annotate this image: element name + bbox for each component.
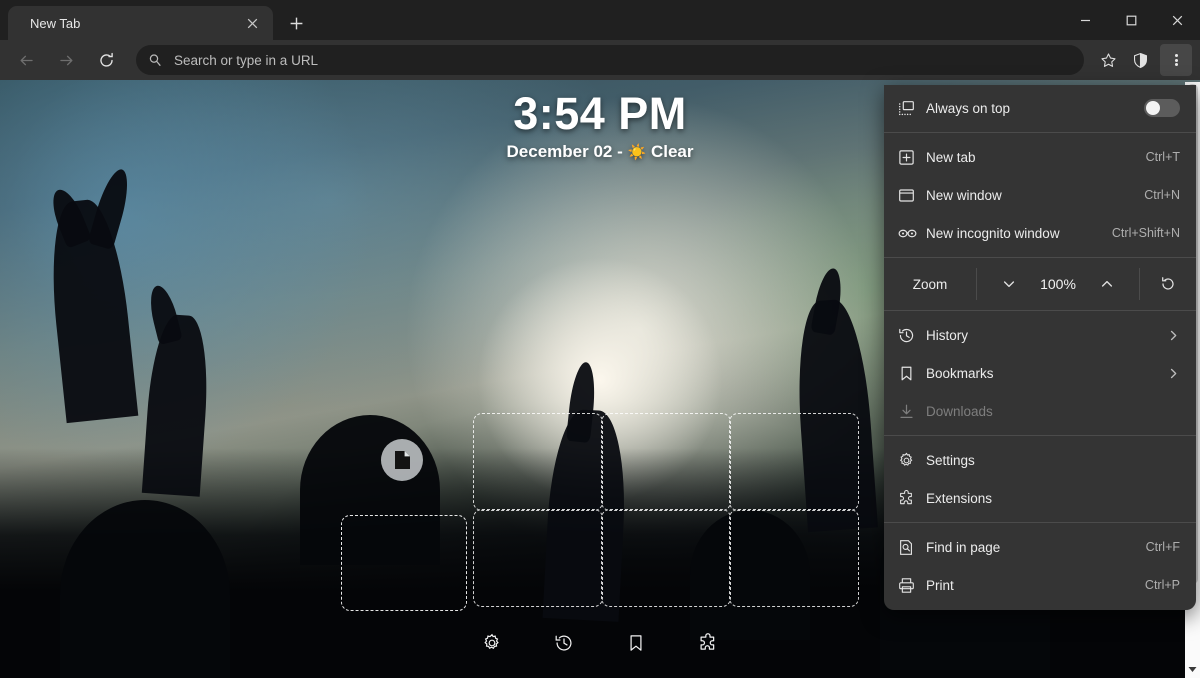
- omnibox-placeholder: Search or type in a URL: [174, 52, 319, 68]
- shield-icon[interactable]: [1124, 44, 1156, 76]
- reset-icon[interactable]: [1140, 263, 1196, 305]
- menu-item-extensions[interactable]: Extensions: [884, 479, 1196, 517]
- maximize-icon[interactable]: [1108, 0, 1154, 40]
- puzzle-icon: [898, 489, 926, 507]
- gear-icon[interactable]: [475, 626, 509, 660]
- always-on-top-toggle[interactable]: [1144, 99, 1180, 117]
- speed-dial-slot[interactable]: [473, 509, 603, 607]
- menu-item-label: History: [926, 327, 969, 343]
- back-icon[interactable]: [9, 43, 43, 77]
- menu-dot: [1174, 58, 1178, 62]
- clock-separator: -: [617, 142, 623, 162]
- speed-dial-grid: [473, 413, 859, 607]
- plus-square-icon: [898, 149, 926, 166]
- menu-item-shortcut: Ctrl+T: [1145, 150, 1180, 164]
- menu-separator: [884, 522, 1196, 523]
- tab-new-tab[interactable]: New Tab: [8, 6, 273, 40]
- menu-item-label: New tab: [926, 149, 976, 165]
- menu-item-print[interactable]: Print Ctrl+P: [884, 566, 1196, 604]
- menu-item-label: Extensions: [926, 490, 993, 506]
- chevron-down-icon[interactable]: [1185, 662, 1200, 676]
- menu-separator: [884, 132, 1196, 133]
- always-on-top-icon: [898, 100, 926, 117]
- menu-item-downloads: Downloads: [884, 392, 1196, 430]
- menu-dot: [1174, 54, 1178, 58]
- menu-item-label: Downloads: [926, 403, 993, 419]
- menu-item-settings[interactable]: Settings: [884, 441, 1196, 479]
- printer-icon: [898, 577, 926, 594]
- zoom-controls: 100%: [977, 263, 1139, 305]
- sun-icon: ☀️: [627, 144, 647, 162]
- ntp-bottom-bar: [0, 626, 1200, 660]
- speed-dial-slot[interactable]: [601, 413, 731, 511]
- search-icon: [148, 53, 162, 67]
- clock-weather: Clear: [650, 142, 694, 162]
- window-icon: [898, 187, 926, 204]
- three-dots-icon[interactable]: [1160, 44, 1192, 76]
- speed-dial-slot[interactable]: [473, 413, 603, 511]
- menu-item-label: Print: [926, 577, 954, 593]
- menu-item-history[interactable]: History: [884, 316, 1196, 354]
- history-icon: [898, 327, 926, 344]
- menu-dot: [1174, 62, 1178, 66]
- window-controls: [1062, 0, 1200, 40]
- chevron-right-icon: [1167, 367, 1180, 380]
- close-icon[interactable]: [241, 12, 263, 34]
- menu-separator: [884, 435, 1196, 436]
- menu-separator: [884, 310, 1196, 311]
- zoom-value: 100%: [1040, 276, 1076, 292]
- chevron-right-icon: [1167, 329, 1180, 342]
- speed-dial-slot[interactable]: [729, 509, 859, 607]
- clock-date: December 02: [506, 142, 613, 162]
- toggle-knob: [1146, 101, 1160, 115]
- zoom-label: Zoom: [912, 276, 948, 292]
- menu-item-label: New window: [926, 187, 1002, 203]
- menu-item-label: New incognito window: [926, 225, 1060, 241]
- menu-separator: [884, 257, 1196, 258]
- menu-item-label: Always on top: [926, 100, 1011, 116]
- new-tab-button[interactable]: [282, 9, 310, 37]
- speed-dial-drag-placeholder[interactable]: [341, 515, 467, 611]
- menu-item-new-tab[interactable]: New tab Ctrl+T: [884, 138, 1196, 176]
- menu-item-label: Find in page: [926, 539, 1001, 555]
- menu-item-label: Bookmarks: [926, 365, 994, 381]
- bookmark-icon[interactable]: [619, 626, 653, 660]
- bookmark-icon: [898, 365, 926, 382]
- menu-item-label: Settings: [926, 452, 975, 468]
- menu-item-bookmarks[interactable]: Bookmarks: [884, 354, 1196, 392]
- history-icon[interactable]: [547, 626, 581, 660]
- star-icon[interactable]: [1092, 44, 1124, 76]
- speed-dial-slot[interactable]: [729, 413, 859, 511]
- menu-item-shortcut: Ctrl+Shift+N: [1111, 226, 1180, 240]
- menu-item-shortcut: Ctrl+N: [1144, 188, 1180, 202]
- forward-icon[interactable]: [49, 43, 83, 77]
- close-window-icon[interactable]: [1154, 0, 1200, 40]
- browser-window: New Tab Search or type in a URL 3:54 PM …: [0, 0, 1200, 678]
- incognito-icon: [898, 225, 926, 242]
- menu-item-find-in-page[interactable]: Find in page Ctrl+F: [884, 528, 1196, 566]
- menu-item-new-incognito-window[interactable]: New incognito window Ctrl+Shift+N: [884, 214, 1196, 252]
- find-icon: [898, 539, 926, 556]
- omnibox[interactable]: Search or type in a URL: [136, 45, 1084, 75]
- download-icon: [898, 403, 926, 420]
- menu-item-shortcut: Ctrl+F: [1145, 540, 1180, 554]
- menu-zoom-row: Zoom 100%: [884, 263, 1196, 305]
- zoom-out-button[interactable]: [994, 277, 1024, 291]
- browser-toolbar: Search or type in a URL: [0, 40, 1200, 80]
- tab-strip: New Tab: [0, 0, 1200, 40]
- file-icon: [381, 439, 423, 481]
- minimize-icon[interactable]: [1062, 0, 1108, 40]
- menu-item-always-on-top[interactable]: Always on top: [884, 89, 1196, 127]
- reload-icon[interactable]: [89, 43, 123, 77]
- tab-title: New Tab: [30, 16, 81, 30]
- speed-dial-slot[interactable]: [601, 509, 731, 607]
- gear-icon: [898, 452, 926, 469]
- zoom-in-button[interactable]: [1092, 277, 1122, 291]
- browser-main-menu: Always on top New tab Ctrl+T New window …: [884, 85, 1196, 610]
- menu-item-shortcut: Ctrl+P: [1144, 578, 1180, 592]
- puzzle-icon[interactable]: [691, 626, 725, 660]
- menu-item-new-window[interactable]: New window Ctrl+N: [884, 176, 1196, 214]
